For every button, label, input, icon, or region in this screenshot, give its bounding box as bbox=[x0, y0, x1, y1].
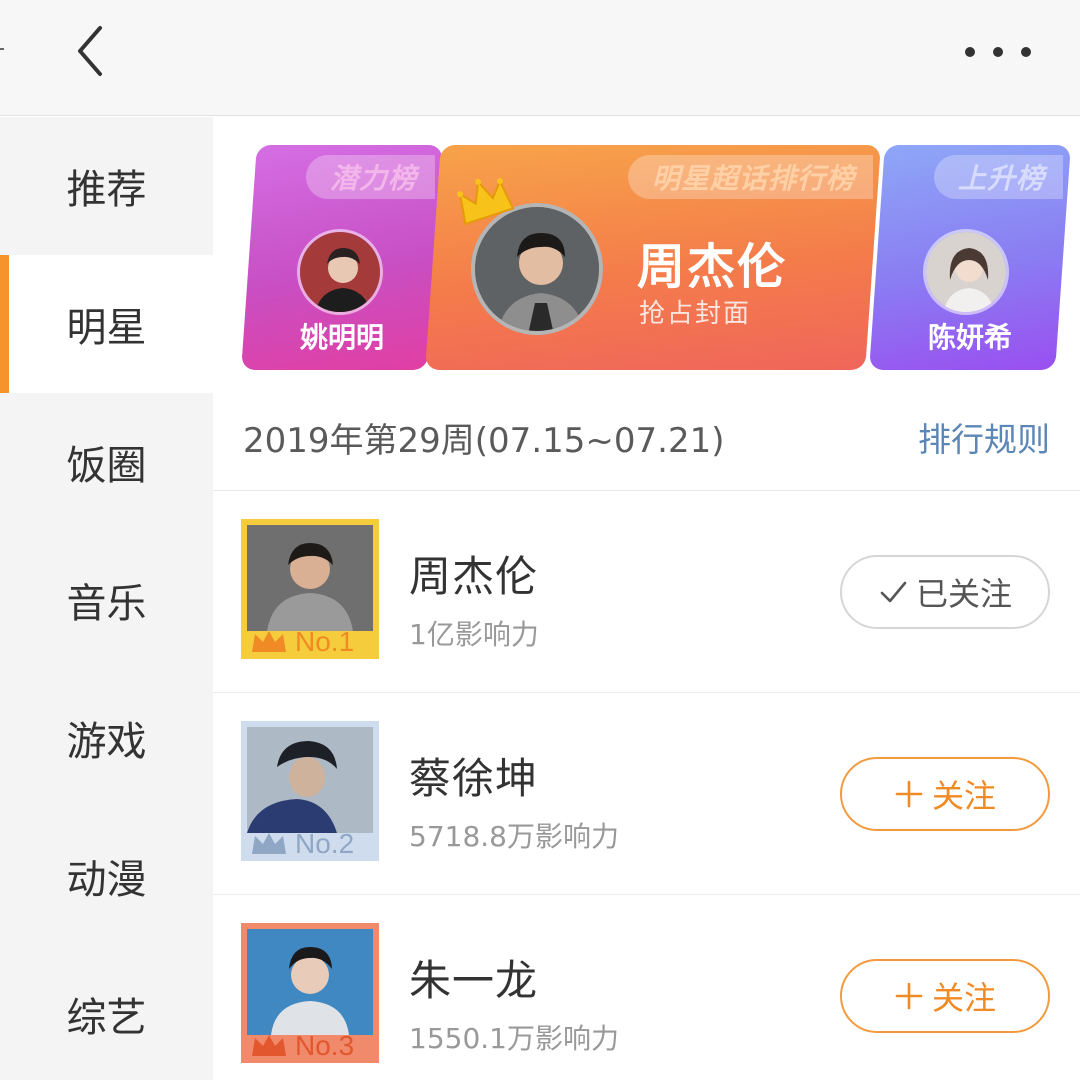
week-label: 2019年第29周(07.15~07.21) bbox=[243, 421, 725, 461]
potential-ranking-card[interactable]: 潜力榜 姚明明 bbox=[241, 145, 443, 370]
rank-badge: No.2 bbox=[241, 827, 379, 861]
rank-badge: No.1 bbox=[241, 625, 379, 659]
ranking-row[interactable]: No.2 蔡徐坤 5718.8万影响力 关注 bbox=[213, 693, 1080, 895]
featured-subtitle: 抢占封面 bbox=[639, 299, 752, 329]
follow-button[interactable]: 关注 bbox=[840, 757, 1050, 831]
rising-ranking-card[interactable]: 上升榜 陈妍希 bbox=[869, 145, 1071, 370]
star-topic-ranking-card[interactable]: 明星超话排行榜 周杰伦 抢占封面 bbox=[425, 145, 881, 370]
star-photo: No.2 bbox=[241, 721, 379, 861]
crown-icon bbox=[252, 631, 286, 652]
card-name: 陈妍希 bbox=[927, 321, 1012, 354]
active-indicator bbox=[0, 255, 9, 393]
star-name[interactable]: 蔡徐坤 bbox=[409, 745, 538, 806]
sidebar-item-variety[interactable]: 综艺 bbox=[0, 945, 213, 1080]
card-name: 姚明明 bbox=[299, 321, 384, 354]
sidebar-item-music[interactable]: 音乐 bbox=[0, 531, 213, 669]
star-name[interactable]: 朱一龙 bbox=[409, 947, 538, 1008]
sidebar-item-anime[interactable]: 动漫 bbox=[0, 807, 213, 945]
star-photo: No.3 bbox=[241, 923, 379, 1063]
influence-value: 1550.1万影响力 bbox=[409, 1022, 619, 1055]
ranking-row[interactable]: No.1 周杰伦 1亿影响力 已关注 bbox=[213, 491, 1080, 693]
influence-value: 5718.8万影响力 bbox=[409, 820, 619, 853]
sidebar-item-stars[interactable]: 明星 bbox=[0, 255, 213, 393]
card-tag: 潜力榜 bbox=[305, 155, 435, 199]
plus-icon bbox=[895, 780, 923, 808]
featured-star-name: 周杰伦 bbox=[637, 239, 788, 295]
rank-label: No.3 bbox=[295, 1030, 355, 1061]
sidebar-item-fandom[interactable]: 饭圈 bbox=[0, 393, 213, 531]
star-photo: No.1 bbox=[241, 519, 379, 659]
category-sidebar: 推荐 明星 饭圈 音乐 游戏 动漫 综艺 bbox=[0, 117, 213, 1080]
sidebar-item-recommend[interactable]: 推荐 bbox=[0, 117, 213, 255]
rank-badge: No.3 bbox=[241, 1029, 379, 1063]
following-button[interactable]: 已关注 bbox=[840, 555, 1050, 629]
avatar bbox=[471, 203, 603, 335]
button-label: 关注 bbox=[931, 979, 996, 1017]
rank-label: No.2 bbox=[295, 828, 355, 859]
sidebar-item-label: 综艺 bbox=[66, 995, 147, 1041]
card-tag: 明星超话排行榜 bbox=[627, 155, 873, 199]
sidebar-item-label: 明星 bbox=[66, 305, 147, 351]
avatar bbox=[297, 229, 383, 315]
ranking-rules-link[interactable]: 排行规则 bbox=[918, 413, 1050, 461]
rank-label: No.1 bbox=[295, 626, 355, 657]
top-nav-bar bbox=[0, 0, 1080, 116]
button-label: 已关注 bbox=[915, 575, 1012, 613]
crown-icon bbox=[252, 833, 286, 854]
ranking-banner: 潜力榜 姚明明 明星超话排行榜 周杰伦 抢占封面 上升榜 陈妍希 bbox=[213, 117, 1080, 387]
influence-value: 1亿影响力 bbox=[409, 618, 539, 651]
crown-icon bbox=[252, 1035, 286, 1056]
follow-button[interactable]: 关注 bbox=[840, 959, 1050, 1033]
sidebar-item-label: 音乐 bbox=[66, 581, 147, 627]
sidebar-item-label: 推荐 bbox=[66, 167, 147, 213]
chevron-left-icon bbox=[78, 26, 102, 76]
sidebar-item-label: 动漫 bbox=[66, 857, 147, 903]
more-button[interactable] bbox=[956, 32, 1040, 72]
more-dots-icon bbox=[965, 47, 1031, 57]
checkmark-icon bbox=[880, 581, 907, 603]
week-header: 2019年第29周(07.15~07.21) 排行规则 bbox=[213, 389, 1080, 491]
plus-icon bbox=[895, 982, 923, 1010]
avatar bbox=[923, 229, 1009, 315]
star-name[interactable]: 周杰伦 bbox=[409, 543, 538, 604]
ranking-row[interactable]: No.3 朱一龙 1550.1万影响力 关注 bbox=[213, 895, 1080, 1080]
edge-mark bbox=[0, 48, 4, 50]
sidebar-item-games[interactable]: 游戏 bbox=[0, 669, 213, 807]
card-tag: 上升榜 bbox=[933, 155, 1063, 199]
main-content: 潜力榜 姚明明 明星超话排行榜 周杰伦 抢占封面 上升榜 陈妍希 2019年第2… bbox=[213, 117, 1080, 1080]
button-label: 关注 bbox=[931, 777, 996, 815]
back-button[interactable] bbox=[66, 20, 126, 82]
sidebar-item-label: 游戏 bbox=[66, 719, 147, 765]
sidebar-item-label: 饭圈 bbox=[66, 443, 147, 489]
